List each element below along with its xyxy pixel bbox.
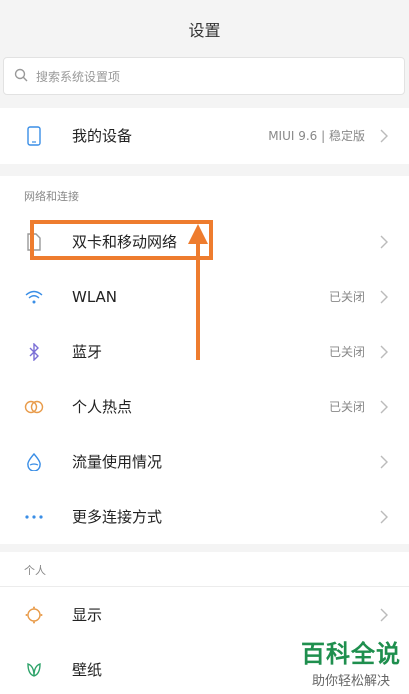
bluetooth-icon bbox=[24, 342, 44, 362]
watermark-tagline: 助你轻松解决 bbox=[311, 674, 390, 689]
search-input[interactable]: 搜索系统设置项 bbox=[36, 68, 120, 85]
row-label: 显示 bbox=[72, 606, 103, 624]
phone-icon bbox=[24, 125, 44, 146]
row-label: WLAN bbox=[72, 287, 118, 306]
display-icon bbox=[24, 605, 44, 625]
section-title-personal: 个人 bbox=[24, 564, 46, 577]
chevron-right-icon bbox=[379, 234, 389, 250]
search-icon bbox=[14, 67, 28, 86]
chevron-right-icon bbox=[379, 289, 389, 305]
watermark-logo: 百科全说 bbox=[301, 640, 401, 668]
wallpaper-icon bbox=[24, 660, 44, 680]
annotation-arrow-icon bbox=[188, 224, 208, 360]
section-title-network: 网络和连接 bbox=[24, 190, 79, 203]
miui-version: MIUI 9.6 | 稳定版 bbox=[268, 129, 365, 143]
watermark: 百科全说 助你轻松解决 bbox=[301, 634, 401, 689]
wifi-icon bbox=[24, 287, 44, 307]
my-device-label: 我的设备 bbox=[72, 127, 133, 145]
device-card: 我的设备 MIUI 9.6 | 稳定版 bbox=[0, 108, 409, 164]
row-label: 更多连接方式 bbox=[72, 508, 163, 526]
search-bar[interactable]: 搜索系统设置项 bbox=[3, 57, 405, 95]
chevron-right-icon bbox=[379, 607, 389, 623]
header: 设置 bbox=[0, 0, 409, 58]
row-data-usage[interactable]: 流量使用情况 bbox=[0, 434, 409, 489]
more-icon bbox=[24, 507, 44, 527]
chevron-right-icon bbox=[379, 509, 389, 525]
row-more-connections[interactable]: 更多连接方式 bbox=[0, 489, 409, 544]
status-text: 已关闭 bbox=[328, 290, 365, 304]
my-device-row[interactable]: 我的设备 MIUI 9.6 | 稳定版 bbox=[0, 108, 409, 163]
row-label: 流量使用情况 bbox=[72, 453, 163, 471]
row-label: 个人热点 bbox=[72, 398, 133, 416]
chevron-right-icon bbox=[379, 399, 389, 415]
row-label: 蓝牙 bbox=[72, 343, 103, 361]
chevron-right-icon bbox=[379, 454, 389, 470]
row-label: 壁纸 bbox=[72, 661, 103, 679]
chevron-right-icon bbox=[379, 128, 389, 144]
status-text: 已关闭 bbox=[328, 345, 365, 359]
data-usage-icon bbox=[24, 452, 44, 472]
hotspot-icon bbox=[24, 397, 44, 417]
status-text: 已关闭 bbox=[328, 400, 365, 414]
chevron-right-icon bbox=[379, 344, 389, 360]
row-hotspot[interactable]: 个人热点 已关闭 bbox=[0, 379, 409, 434]
page-title: 设置 bbox=[188, 21, 221, 40]
